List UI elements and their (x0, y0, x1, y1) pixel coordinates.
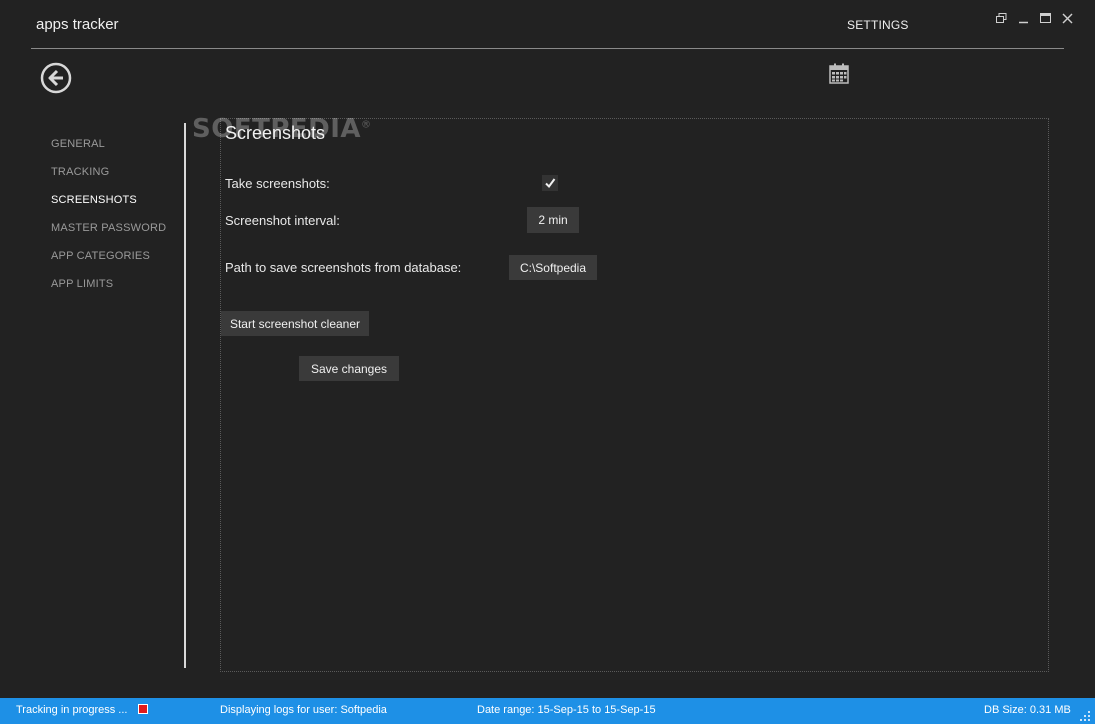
screenshot-interval-select[interactable]: 2 min (527, 207, 579, 233)
settings-panel (220, 118, 1049, 672)
status-bar: Tracking in progress ... Displaying logs… (0, 698, 1095, 724)
minimize-icon[interactable] (1015, 10, 1031, 26)
window-controls (993, 10, 1075, 26)
sidebar-item-general[interactable]: GENERAL (51, 137, 166, 165)
tracking-status-text: Tracking in progress ... (16, 704, 128, 716)
back-button[interactable] (40, 62, 72, 94)
header-divider (31, 48, 1064, 49)
save-path-field[interactable]: C:\Softpedia (509, 255, 597, 280)
maximize-icon[interactable] (1037, 10, 1053, 26)
settings-sidebar: GENERAL TRACKING SCREENSHOTS MASTER PASS… (51, 137, 166, 305)
screenshot-interval-label: Screenshot interval: (225, 213, 340, 228)
db-size-status: DB Size: 0.31 MB (984, 704, 1071, 716)
checkmark-icon (545, 178, 556, 189)
restore-window-icon[interactable] (993, 10, 1009, 26)
sidebar-item-screenshots[interactable]: SCREENSHOTS (51, 193, 166, 221)
page-title: SETTINGS (847, 18, 909, 32)
sidebar-item-master-password[interactable]: MASTER PASSWORD (51, 221, 166, 249)
user-logs-status: Displaying logs for user: Softpedia (220, 704, 387, 716)
stop-tracking-icon[interactable] (138, 704, 148, 714)
start-screenshot-cleaner-button[interactable]: Start screenshot cleaner (221, 311, 369, 336)
resize-grip-icon[interactable] (1079, 710, 1091, 722)
sidebar-item-app-categories[interactable]: APP CATEGORIES (51, 249, 166, 277)
sidebar-divider (184, 123, 186, 668)
back-arrow-circle-icon (40, 62, 72, 94)
close-icon[interactable] (1059, 10, 1075, 26)
take-screenshots-label: Take screenshots: (225, 176, 330, 191)
save-changes-button[interactable]: Save changes (299, 356, 399, 381)
date-range-status: Date range: 15-Sep-15 to 15-Sep-15 (477, 704, 656, 716)
sidebar-item-app-limits[interactable]: APP LIMITS (51, 277, 166, 305)
take-screenshots-checkbox[interactable] (542, 175, 558, 191)
calendar-button[interactable] (829, 63, 849, 84)
calendar-icon (829, 63, 849, 84)
save-path-label: Path to save screenshots from database: (225, 260, 462, 275)
softpedia-watermark: SOFTPEDIA® (192, 114, 372, 144)
app-title: apps tracker (36, 16, 119, 33)
sidebar-item-tracking[interactable]: TRACKING (51, 165, 166, 193)
